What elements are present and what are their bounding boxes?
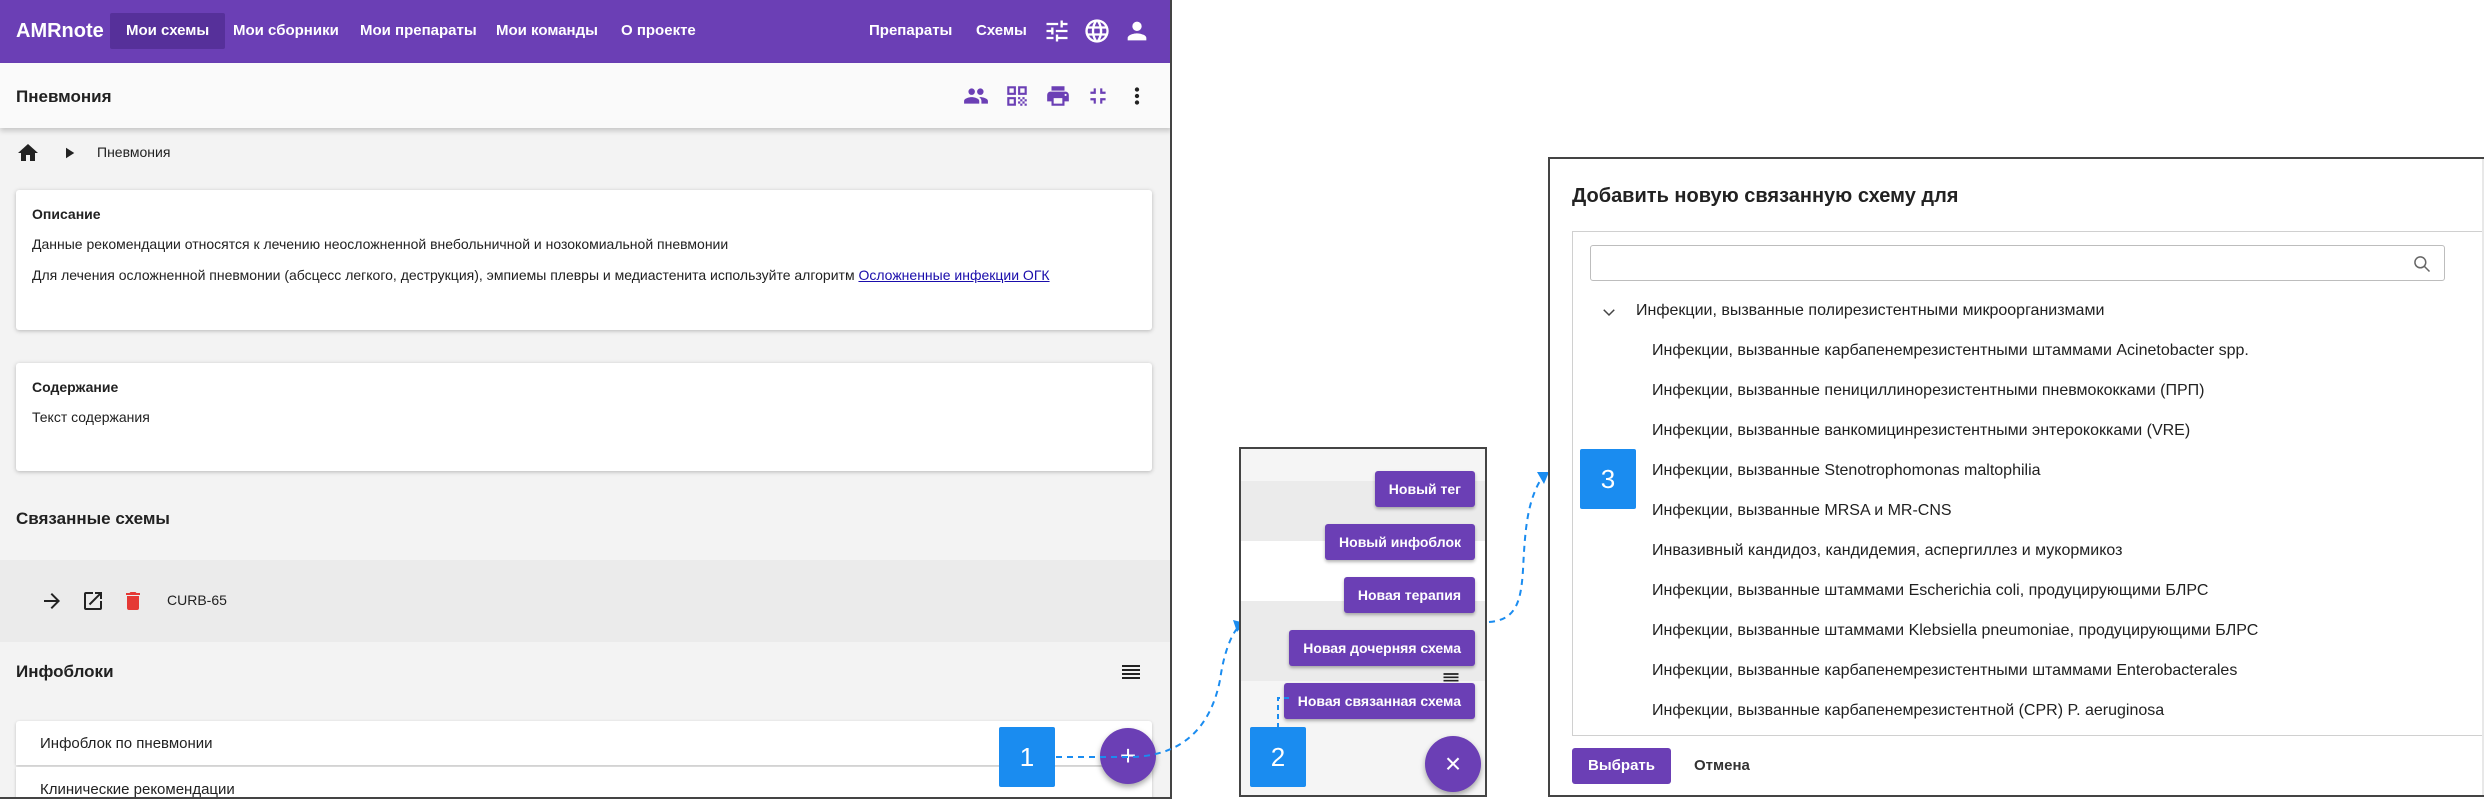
tree-item[interactable]: Инфекции, вызванные пенициллинорезистент… — [1652, 382, 2204, 400]
nav-schemes[interactable]: Схемы — [960, 13, 1043, 49]
new-infoblock-button[interactable]: Новый инфоблок — [1325, 524, 1475, 560]
description-line-1: Данные рекомендации относятся к лечению … — [32, 236, 729, 252]
globe-icon[interactable] — [1083, 17, 1111, 45]
breadcrumb: Пневмония — [0, 138, 1170, 168]
chevron-right-icon — [60, 144, 78, 162]
tune-icon[interactable] — [1043, 17, 1071, 45]
scheme-title: Пневмония — [16, 87, 112, 106]
infoblock-item[interactable]: Клинические рекомендации — [16, 767, 1152, 798]
open-in-new-icon[interactable] — [81, 589, 105, 613]
account-icon[interactable] — [1123, 17, 1151, 45]
tree-item[interactable]: Инфекции, вызванные MRSA и MR-CNS — [1652, 502, 1952, 520]
step-marker-2: 2 — [1250, 727, 1306, 787]
tree-parent-mdr-infections[interactable]: Инфекции, вызванные полирезистентными ми… — [1636, 302, 2104, 320]
content-heading: Содержание — [32, 379, 119, 395]
step-marker-3: 3 — [1580, 449, 1636, 509]
connector-2-item — [1277, 697, 1292, 728]
step-marker-1: 1 — [999, 727, 1055, 787]
related-scheme-row: CURB-65 — [0, 560, 1170, 642]
nav-about[interactable]: О проекте — [605, 13, 712, 49]
add-related-scheme-dialog: Добавить новую связанную схему для Инфек… — [1548, 157, 2484, 797]
tree-item[interactable]: Инфекции, вызванные ванкомицинрезистентн… — [1652, 422, 2190, 440]
description-card: Описание Данные рекомендации относятся к… — [16, 190, 1152, 330]
close-fab-button[interactable]: × — [1425, 736, 1481, 792]
dialog-title: Добавить новую связанную схему для — [1572, 185, 1959, 207]
nav-my-schemes[interactable]: Мои схемы — [110, 13, 226, 49]
search-field[interactable] — [1601, 246, 2401, 278]
delete-icon[interactable] — [121, 589, 145, 613]
new-therapy-button[interactable]: Новая терапия — [1343, 577, 1475, 613]
nav-my-drugs[interactable]: Мои препараты — [344, 13, 493, 49]
nav-my-collections[interactable]: Мои сборники — [217, 13, 355, 49]
new-related-scheme-button[interactable]: Новая связанная схема — [1283, 683, 1475, 719]
main-app-window: AMRnote Мои схемы Мои сборники Мои препа… — [0, 0, 1172, 799]
people-icon[interactable] — [963, 83, 989, 109]
tree-item[interactable]: Инфекции, вызванные штаммами Escherichia… — [1652, 582, 2208, 600]
arrow-forward-icon[interactable] — [40, 589, 64, 613]
nav-drugs[interactable]: Препараты — [853, 13, 968, 49]
content-text: Текст содержания — [32, 409, 150, 425]
scheme-toolbar: Пневмония — [0, 63, 1170, 128]
chevron-down-icon[interactable] — [1600, 303, 1618, 321]
tree-item[interactable]: Инвазивный кандидоз, кандидемия, асперги… — [1652, 542, 2122, 560]
new-tag-button[interactable]: Новый тег — [1374, 471, 1475, 507]
cancel-button[interactable]: Отмена — [1684, 748, 1760, 784]
more-vert-icon[interactable] — [1124, 83, 1150, 109]
new-child-scheme-button[interactable]: Новая дочерняя схема — [1289, 630, 1475, 666]
tree-item[interactable]: Инфекции, вызванные карбапенемрезистентн… — [1652, 702, 2164, 720]
app-logo[interactable]: AMRnote — [16, 20, 104, 43]
print-icon[interactable] — [1045, 83, 1071, 109]
select-button[interactable]: Выбрать — [1572, 748, 1671, 784]
description-line-2: Для лечения осложненной пневмонии (абсце… — [32, 267, 1050, 283]
nav-my-teams[interactable]: Мои команды — [480, 13, 614, 49]
tree-item[interactable]: Инфекции, вызванные Stenotrophomonas mal… — [1652, 462, 2041, 480]
infoblock-item-label: Клинические рекомендации — [40, 781, 235, 798]
qr-code-icon[interactable] — [1004, 83, 1030, 109]
infoblocks-title: Инфоблоки — [16, 662, 114, 681]
breadcrumb-current: Пневмония — [97, 144, 171, 160]
top-app-bar: AMRnote Мои схемы Мои сборники Мои препа… — [0, 0, 1170, 63]
connector-1-2 — [1056, 620, 1245, 758]
related-schemes-title: Связанные схемы — [16, 509, 170, 528]
tree-item[interactable]: Инфекции, вызванные карбапенемрезистентн… — [1652, 662, 2237, 680]
search-input[interactable] — [1590, 245, 2445, 281]
description-line-2-text: Для лечения осложненной пневмонии (абсце… — [32, 267, 855, 283]
search-icon — [2412, 254, 2432, 274]
tree-item[interactable]: Инфекции, вызванные штаммами Klebsiella … — [1652, 622, 2258, 640]
infoblock-item[interactable]: Инфоблок по пневмонии — [16, 721, 1152, 765]
content-card: Содержание Текст содержания — [16, 363, 1152, 471]
description-heading: Описание — [32, 206, 101, 222]
infoblock-item-label: Инфоблок по пневмонии — [40, 735, 213, 752]
tree-item[interactable]: Инфекции, вызванные карбапенемрезистентн… — [1652, 342, 2249, 360]
related-scheme-label[interactable]: CURB-65 — [167, 592, 227, 608]
collapse-icon[interactable] — [1085, 83, 1111, 109]
complicated-infections-link[interactable]: Осложненные инфекции ОГК — [858, 267, 1049, 283]
home-icon[interactable] — [16, 141, 40, 165]
connector-2-3 — [1488, 472, 1549, 623]
